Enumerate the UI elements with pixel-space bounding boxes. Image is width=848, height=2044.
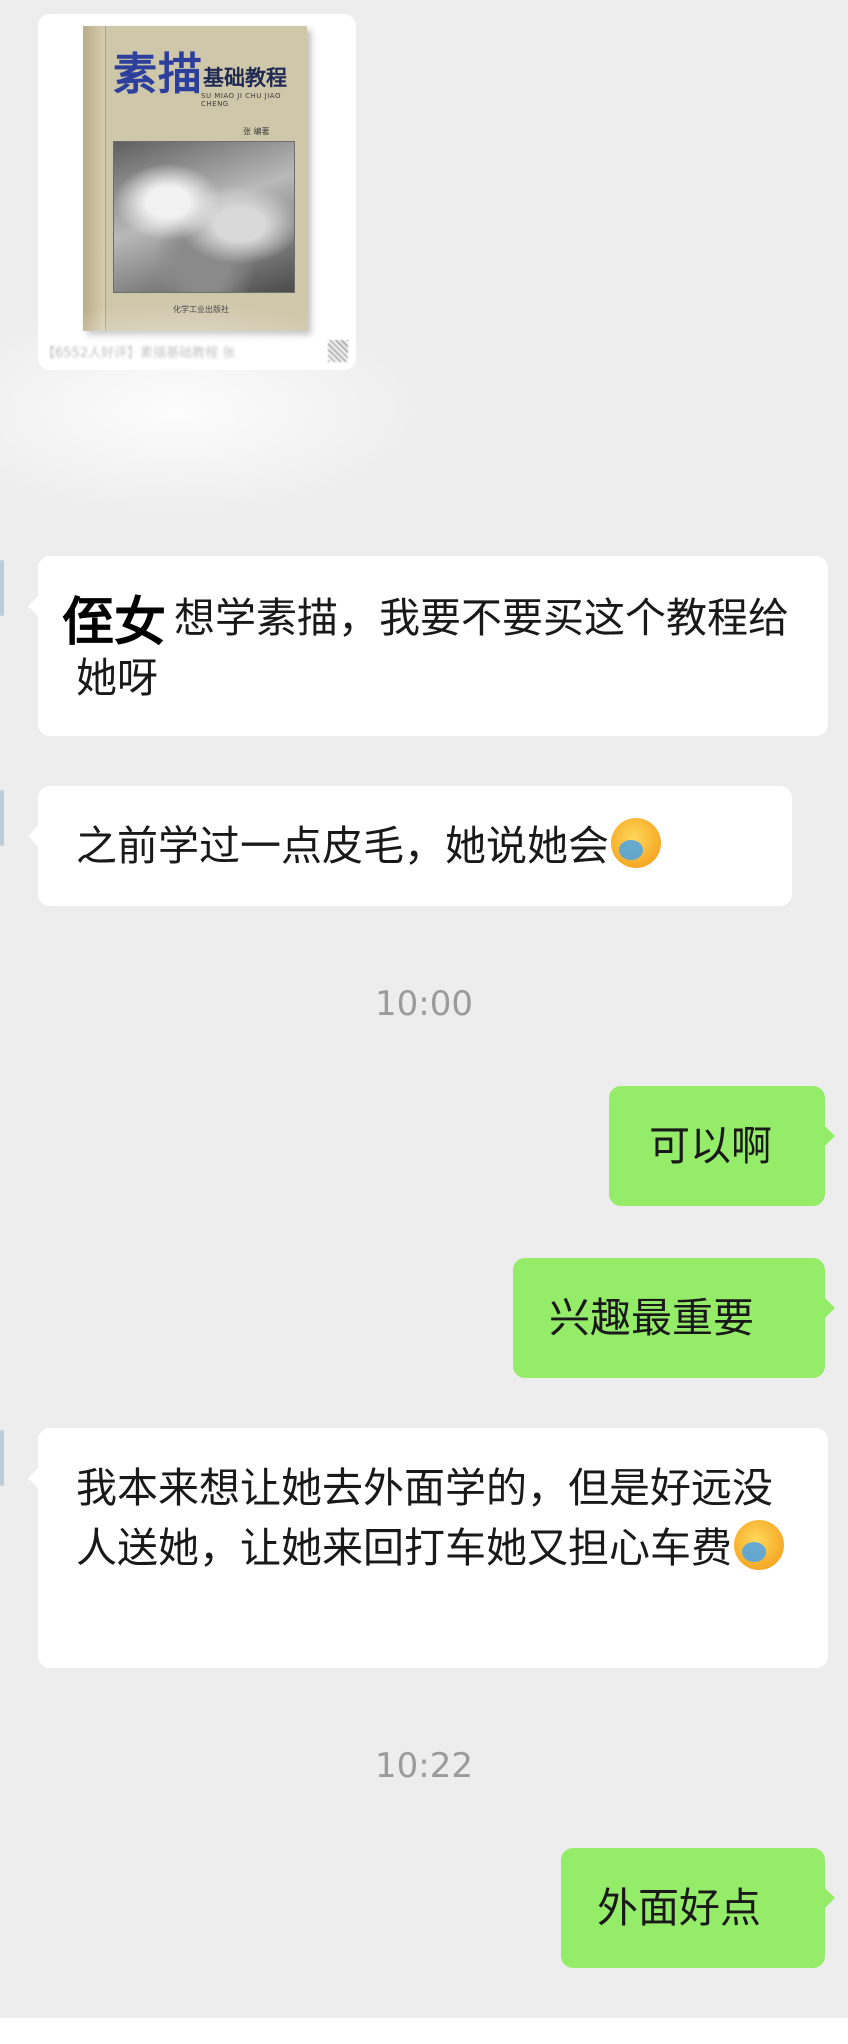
- message-bubble-sent[interactable]: 外面好点: [561, 1848, 835, 1968]
- timestamp: 10:22: [375, 1746, 473, 1786]
- timestamp: 10:00: [375, 984, 473, 1024]
- message-text: 想学素描，我要不要买这个教程给她呀: [76, 594, 789, 702]
- chat-view[interactable]: 素描 基础教程 SU MIAO JI CHU JIAO CHENG 张 编著 化…: [0, 0, 848, 2044]
- book-cover-subtitle: 基础教程: [203, 66, 287, 90]
- book-cover-publisher: 化学工业出版社: [173, 305, 229, 314]
- sketch-still-life-image: [113, 141, 295, 293]
- avatar-edge: [0, 560, 4, 616]
- qr-code-icon: [328, 340, 348, 362]
- avatar-edge: [0, 1430, 4, 1486]
- message-text: 外面好点: [597, 1884, 761, 1932]
- crying-face-icon: [734, 1520, 784, 1570]
- shared-image-card[interactable]: 素描 基础教程 SU MIAO JI CHU JIAO CHENG 张 编著 化…: [38, 14, 356, 370]
- message-bubble-sent[interactable]: 兴趣最重要: [513, 1258, 835, 1378]
- book-cover-author: 张 编著: [243, 127, 270, 136]
- message-text: 兴趣最重要: [549, 1294, 754, 1342]
- book-cover-pinyin: SU MIAO JI CHU JIAO CHENG: [201, 92, 281, 108]
- message-text: 之前学过一点皮毛，她说她会: [76, 822, 609, 870]
- avatar-edge: [0, 790, 4, 846]
- book-cover: 素描 基础教程 SU MIAO JI CHU JIAO CHENG 张 编著 化…: [83, 26, 307, 331]
- bottom-bar: [0, 2018, 848, 2044]
- message-text: 我本来想让她去外面学的，但是好远没人送她，让她来回打车她又担心车费: [76, 1464, 773, 1572]
- book-cover-title: 素描: [113, 49, 203, 100]
- crying-face-icon: [611, 818, 661, 868]
- message-bubble-received[interactable]: 之前学过一点皮毛，她说她会: [28, 786, 792, 906]
- message-bubble-received[interactable]: 我本来想让她去外面学的，但是好远没人送她，让她来回打车她又担心车费: [28, 1428, 828, 1668]
- message-bubble-sent[interactable]: 可以啊: [609, 1086, 835, 1206]
- overlay-label: 侄女: [62, 593, 167, 653]
- message-text: 可以啊: [649, 1122, 772, 1170]
- card-caption: 【6552人好评】素描基础教程 张: [42, 346, 236, 361]
- book-spine: [83, 26, 106, 331]
